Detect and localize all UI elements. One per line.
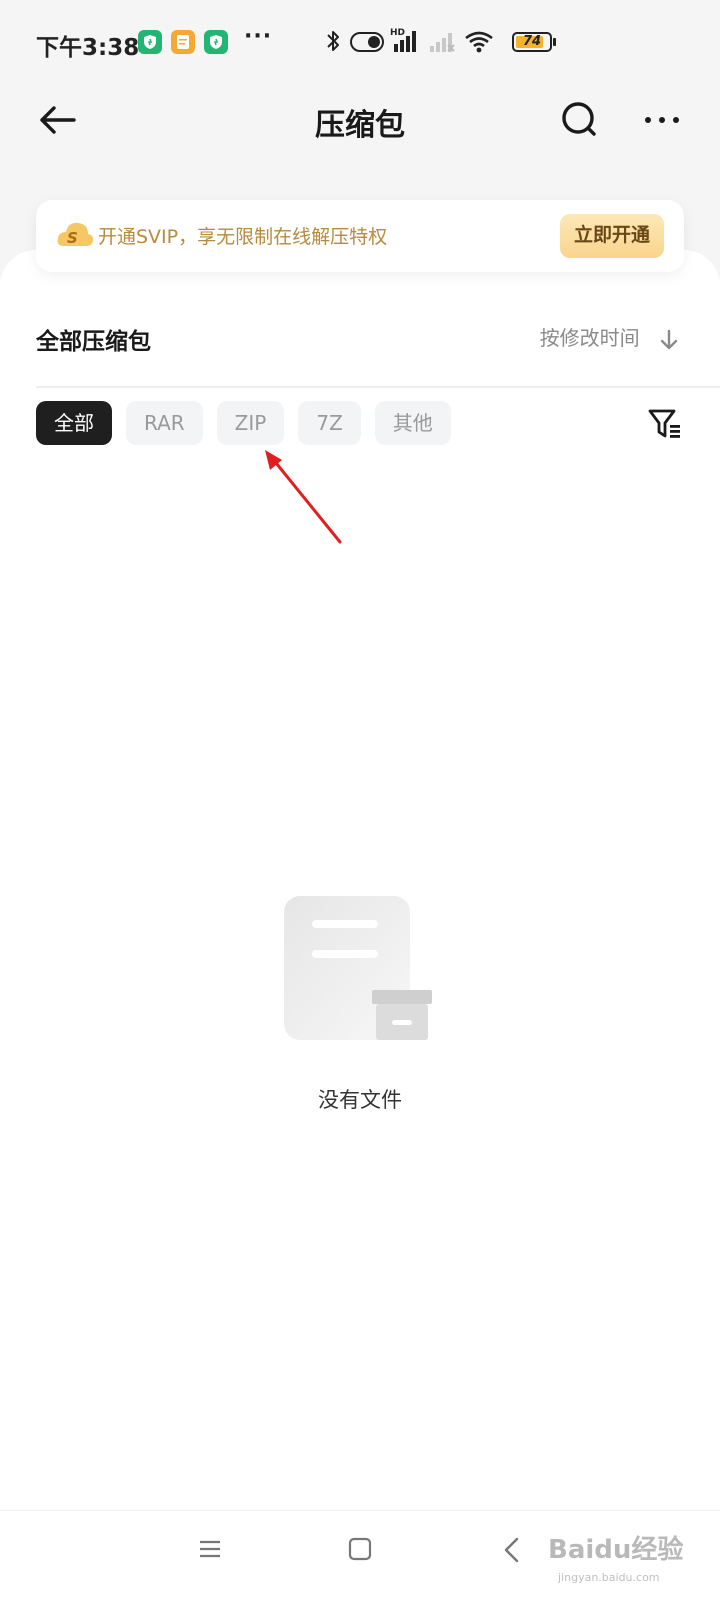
- promo-text: 开通SVIP，享无限制在线解压特权: [98, 226, 388, 248]
- filter-chip-all[interactable]: 全部: [36, 401, 112, 445]
- cellular-signal-2-icon: [428, 30, 456, 58]
- filter-icon: [648, 409, 680, 438]
- filter-settings-button[interactable]: [648, 408, 682, 444]
- battery-level-text: 74: [522, 34, 542, 49]
- nav-home-button[interactable]: [348, 1537, 372, 1565]
- section-title: 全部压缩包: [36, 329, 151, 355]
- menu-icon: [200, 1540, 220, 1558]
- system-nav-bar: Baidu经验 jingyan.baidu.com: [0, 1510, 720, 1601]
- toggle-icon: [350, 32, 384, 56]
- baidu-watermark: Baidu经验: [548, 1535, 684, 1565]
- svg-text:HD: HD: [390, 28, 405, 38]
- annotation-arrow: [265, 450, 342, 544]
- more-icon: [645, 117, 679, 123]
- svip-cloud-icon: S: [56, 218, 94, 256]
- status-more-icon: ···: [244, 24, 273, 49]
- nav-back-chevron-icon: [504, 1537, 519, 1563]
- search-icon: [562, 102, 596, 136]
- filter-chip-7z[interactable]: 7Z: [298, 401, 361, 445]
- sort-down-arrow-icon: [660, 329, 678, 349]
- home-square-icon: [348, 1537, 372, 1561]
- sort-control[interactable]: 按修改时间: [540, 322, 678, 351]
- battery-icon: 74: [512, 32, 552, 52]
- empty-state-text: 没有文件: [318, 1088, 402, 1112]
- search-button[interactable]: [558, 98, 602, 142]
- app-header: 压缩包: [0, 84, 720, 184]
- wifi-icon: [464, 30, 494, 58]
- bluetooth-icon: [324, 28, 342, 58]
- empty-file-icon: [284, 896, 432, 1040]
- page-title: 压缩包: [315, 108, 405, 143]
- security-app-icon-2: [204, 30, 228, 54]
- filter-chip-other[interactable]: 其他: [374, 401, 451, 445]
- cellular-signal-icon: HD: [390, 26, 422, 58]
- empty-state-illustration: [284, 894, 434, 1044]
- battery-tip: [553, 38, 556, 46]
- activate-svip-button[interactable]: 立即开通: [559, 214, 664, 258]
- status-time: 下午3:38: [36, 35, 140, 61]
- filter-chips: 全部 RAR ZIP 7Z 其他: [36, 401, 451, 445]
- divider: [36, 386, 720, 388]
- status-bar: 下午3:38 ··· HD 74: [0, 0, 720, 84]
- security-app-icon: [138, 30, 162, 54]
- svg-text:S: S: [67, 229, 78, 247]
- nav-back-button[interactable]: [502, 1537, 522, 1567]
- filter-chip-zip[interactable]: ZIP: [216, 401, 285, 445]
- more-options-button[interactable]: [640, 98, 684, 142]
- baidu-watermark-url: jingyan.baidu.com: [558, 1571, 660, 1584]
- nav-recents-button[interactable]: [198, 1537, 222, 1565]
- filter-chip-rar[interactable]: RAR: [126, 401, 203, 445]
- svip-promo-banner[interactable]: S 开通SVIP，享无限制在线解压特权 立即开通: [36, 200, 684, 272]
- sort-label: 按修改时间: [539, 326, 640, 350]
- notes-app-icon: [171, 30, 195, 54]
